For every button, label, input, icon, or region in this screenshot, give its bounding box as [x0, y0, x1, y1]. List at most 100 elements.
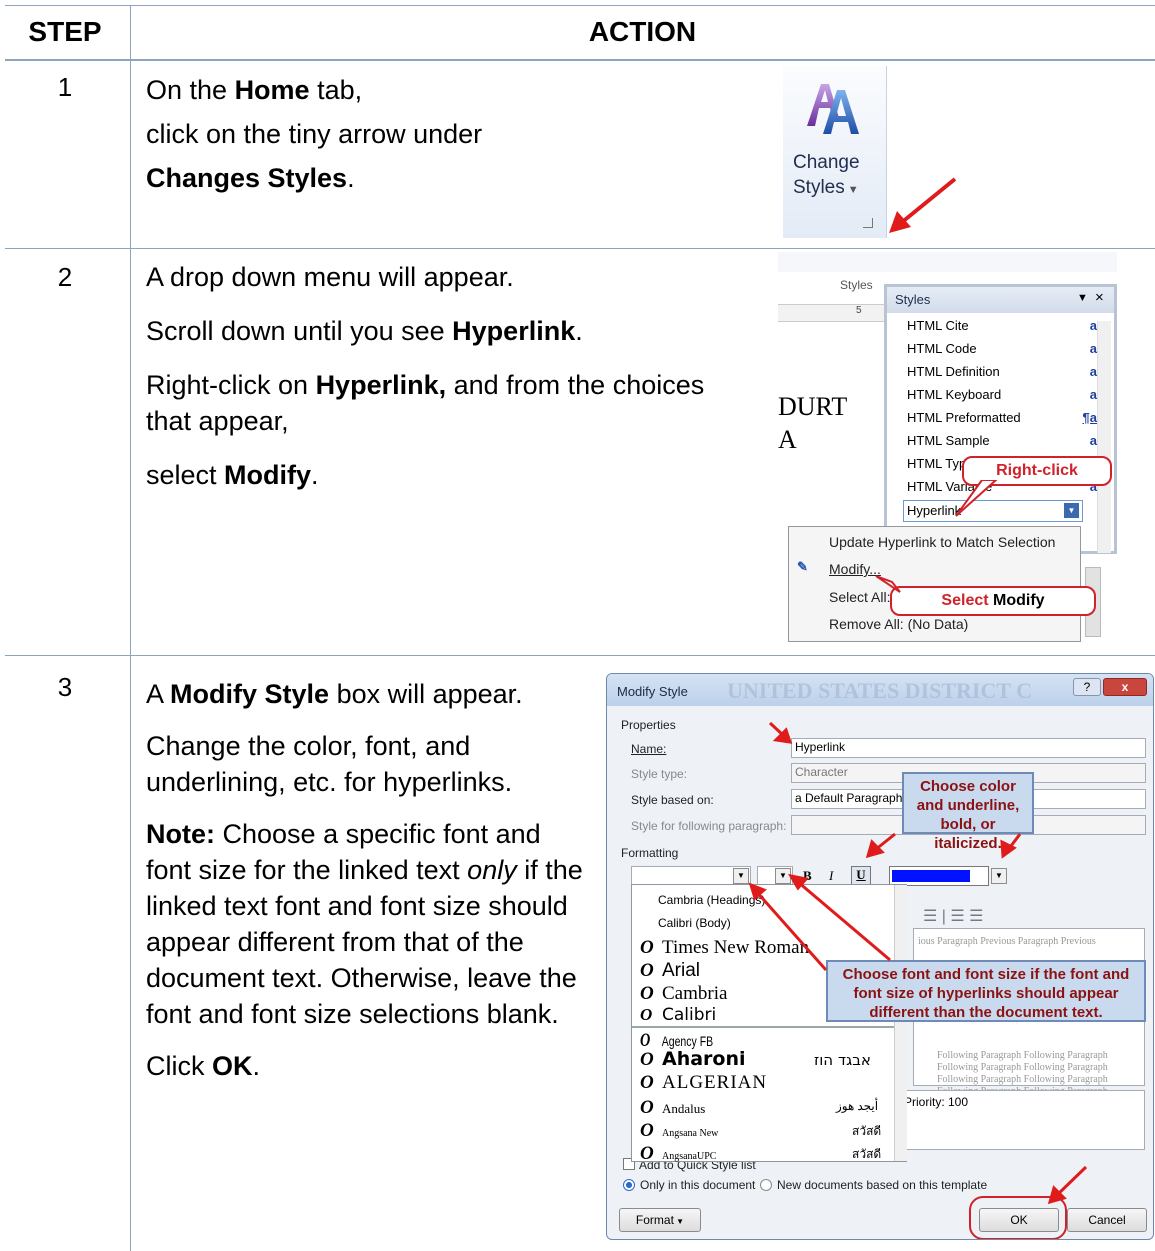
- close-icon[interactable]: ×: [1095, 289, 1104, 306]
- style-item[interactable]: HTML Keyboard a: [907, 387, 1107, 402]
- row2-bottom-border: [5, 655, 1155, 656]
- instruction-line: On the Home tab,: [146, 68, 766, 112]
- font-name: Times New Roman: [662, 937, 810, 958]
- text: Click: [146, 1051, 212, 1081]
- header-step: STEP: [28, 16, 102, 47]
- instruction-line: Scroll down until you see Hyperlink.: [146, 313, 726, 349]
- modify-menu-icon: ✎: [797, 559, 808, 574]
- font-item[interactable]: O AngsanaUPC สวัสดี: [640, 1143, 881, 1165]
- size-dropdown-arrow-icon[interactable]: ▼: [775, 868, 791, 884]
- bold-button[interactable]: B: [803, 868, 812, 884]
- bold-text: Hyperlink,: [315, 370, 447, 400]
- style-item[interactable]: HTML Code a: [907, 341, 1107, 356]
- font-type-icon: O: [640, 1072, 655, 1093]
- font-item[interactable]: O Times New Roman: [640, 937, 809, 959]
- styles-pane-header: Styles ▼ ×: [887, 287, 1114, 313]
- style-item[interactable]: HTML Definition a: [907, 364, 1107, 379]
- callout-pointer-icon: [875, 575, 901, 593]
- bold-text: Home: [234, 75, 310, 105]
- font-item[interactable]: O Aharoni אבגד הוז: [640, 1048, 871, 1071]
- text: Scroll down until you see: [146, 316, 453, 346]
- row1-bottom-border: [5, 248, 1155, 249]
- instruction-line: click on the tiny arrow under: [146, 119, 483, 149]
- document-text: A: [778, 425, 797, 454]
- font-list-scrollbar[interactable]: [894, 885, 907, 1161]
- dialog-launcher-icon[interactable]: [863, 218, 873, 228]
- watermark-text: UNITED STATES DISTRICT C: [727, 678, 1033, 703]
- text: .: [575, 316, 583, 346]
- font-item[interactable]: O Cambria: [640, 983, 727, 1005]
- align-icons: ☰ | ☰ ☰: [923, 908, 984, 925]
- italic-button[interactable]: I: [829, 868, 833, 884]
- style-item[interactable]: HTML Sample a: [907, 433, 1107, 448]
- following-label: Style for following paragraph:: [631, 819, 787, 833]
- change-styles-label: Change Styles ▼: [793, 150, 860, 203]
- bold-text: Modify Style: [170, 679, 330, 709]
- close-button[interactable]: x: [1103, 678, 1147, 696]
- font-sample: أيجد هوز: [836, 1099, 879, 1113]
- styles-aa-icon: [807, 84, 859, 134]
- instruction-line: Right-click on Hyperlink, and from the c…: [146, 367, 726, 439]
- style-name: HTML Definition: [907, 364, 1000, 379]
- font-item[interactable]: O Arial: [640, 960, 700, 982]
- font-size-callout: Choose font and font size if the font an…: [826, 960, 1146, 1022]
- font-type-icon: O: [640, 1005, 653, 1024]
- ribbon-strip: [778, 252, 1117, 272]
- instruction-line: Note: Choose a specific font and font si…: [146, 816, 586, 1032]
- font-item[interactable]: O Calibri: [640, 1005, 716, 1025]
- style-name: HTML Cite: [907, 318, 969, 333]
- style-type-label: Style type:: [631, 767, 688, 781]
- ribbon-styles-label: Styles: [840, 278, 873, 292]
- style-item[interactable]: HTML Preformatted ¶a: [907, 410, 1107, 425]
- font-dropdown-arrow-icon[interactable]: ▼: [733, 868, 749, 884]
- font-name: Calibri: [662, 1005, 717, 1025]
- label-line: Change: [793, 152, 860, 173]
- font-type-icon: O: [640, 960, 654, 981]
- table-top-border: [5, 5, 1155, 6]
- style-char-icon: a: [1089, 318, 1097, 333]
- font-item[interactable]: O Andalus أيجد هوز: [640, 1097, 878, 1119]
- description-area: Priority: 100: [897, 1090, 1145, 1150]
- menu-item-update[interactable]: Update Hyperlink to Match Selection: [829, 534, 1055, 550]
- font-name: Angsana New: [662, 1128, 719, 1139]
- name-field[interactable]: Hyperlink: [791, 738, 1146, 758]
- pane-menu-icon[interactable]: ▼: [1077, 292, 1088, 304]
- style-dropdown-icon[interactable]: ▼: [1064, 503, 1079, 518]
- style-char-icon: a: [1089, 433, 1097, 448]
- only-doc-radio[interactable]: [623, 1179, 635, 1191]
- styles-pane-title: Styles: [895, 292, 931, 307]
- color-dropdown-arrow-icon[interactable]: ▼: [991, 868, 1007, 884]
- style-item[interactable]: HTML Cite a: [907, 318, 1107, 333]
- font-name: Arial: [662, 960, 701, 981]
- font-item[interactable]: O ALGERIAN: [640, 1072, 767, 1094]
- color-underline-callout: Choose color and underline, bold, or ita…: [902, 772, 1034, 852]
- font-type-icon: O: [640, 1120, 654, 1141]
- new-docs-radio[interactable]: [760, 1179, 772, 1191]
- format-button[interactable]: Format ▼: [619, 1208, 701, 1232]
- callout-pointer-icon: [955, 480, 998, 517]
- color-swatch: [892, 870, 970, 882]
- font-type-icon: O: [640, 983, 654, 1004]
- help-button[interactable]: ?: [1073, 678, 1101, 696]
- font-name: Aharoni: [662, 1048, 746, 1070]
- font-color-dropdown[interactable]: [889, 866, 989, 886]
- cancel-button[interactable]: Cancel: [1067, 1208, 1147, 1232]
- callout-text: Choose font and font size: [842, 966, 1026, 983]
- column-divider: [130, 5, 131, 1251]
- step-number: 3: [57, 672, 73, 702]
- style-char-icon: a: [1089, 364, 1097, 379]
- font-top-item[interactable]: Calibri (Body): [658, 916, 731, 930]
- underline-button[interactable]: U: [851, 866, 871, 886]
- callout-text: Modify: [988, 592, 1045, 609]
- font-list-divider: [632, 1026, 894, 1028]
- bold-text: Note:: [146, 819, 215, 849]
- font-item[interactable]: O Angsana New สวัสดี: [640, 1120, 881, 1142]
- bold-text: Modify: [224, 460, 312, 490]
- change-styles-button: Change Styles ▼: [783, 66, 887, 238]
- step-instructions: On the Home tab, click on the tiny arrow…: [146, 68, 766, 200]
- font-name: Agency FB: [661, 1033, 714, 1049]
- instruction-line: Changes Styles.: [146, 156, 766, 200]
- menu-item-remove-all[interactable]: Remove All: (No Data): [829, 616, 968, 632]
- font-top-item[interactable]: Cambria (Headings): [658, 893, 765, 907]
- priority-text: Priority: 100: [904, 1095, 969, 1109]
